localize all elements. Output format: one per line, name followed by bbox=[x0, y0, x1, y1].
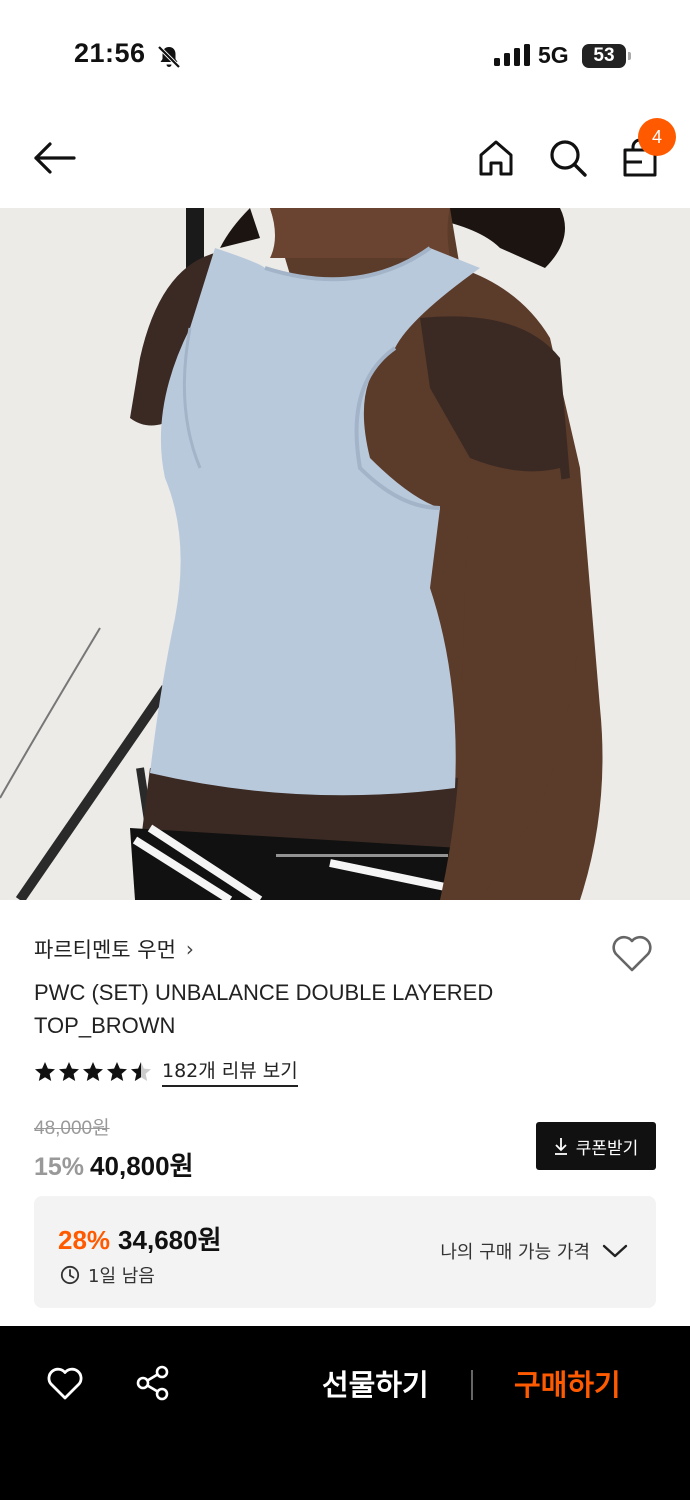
heart-icon[interactable] bbox=[610, 934, 654, 974]
sale-price: 40,800원 bbox=[90, 1151, 194, 1181]
buy-button[interactable]: 구매하기 bbox=[514, 1362, 621, 1404]
arrow-left-icon[interactable] bbox=[32, 138, 78, 178]
time-remaining: 1일 남음 bbox=[60, 1262, 155, 1288]
review-link[interactable]: 182개 리뷰 보기 bbox=[162, 1056, 298, 1087]
divider bbox=[471, 1370, 473, 1400]
search-icon[interactable] bbox=[548, 138, 588, 178]
my-price-amount: 34,680원 bbox=[118, 1225, 222, 1255]
coupon-button[interactable]: 쿠폰받기 bbox=[536, 1122, 656, 1170]
my-price-row: 28% 34,680원 bbox=[58, 1220, 222, 1257]
status-time: 21:56 bbox=[74, 38, 146, 68]
my-price-panel[interactable]: 28% 34,680원 1일 남음 나의 구매 가능 가격 bbox=[34, 1196, 656, 1308]
gift-button[interactable]: 선물하기 bbox=[322, 1362, 429, 1404]
cellular-signal-icon bbox=[494, 44, 530, 66]
chevron-right-icon: › bbox=[185, 937, 194, 961]
star-icon bbox=[59, 1061, 79, 1081]
my-price-toggle[interactable]: 나의 구매 가능 가격 bbox=[440, 1238, 628, 1264]
status-bar: 21:56 5G 53 bbox=[0, 0, 690, 110]
product-title: PWC (SET) UNBALANCE DOUBLE LAYERED TOP_B… bbox=[34, 980, 494, 1038]
brand-name: 파르티멘토 우먼 bbox=[34, 938, 176, 962]
battery-icon: 53 bbox=[582, 44, 631, 68]
download-icon bbox=[554, 1138, 567, 1155]
network-type: 5G bbox=[538, 42, 569, 68]
star-icon bbox=[35, 1061, 55, 1081]
half-star-icon bbox=[131, 1061, 151, 1081]
discount-rate: 15% bbox=[34, 1153, 85, 1181]
home-icon[interactable] bbox=[476, 138, 516, 178]
original-price: 48,000원 bbox=[34, 1118, 110, 1139]
bell-off-icon bbox=[157, 45, 181, 69]
star-icon bbox=[107, 1061, 127, 1081]
my-discount-rate: 28% bbox=[58, 1225, 111, 1255]
price-row: 15% 40,800원 bbox=[34, 1146, 194, 1183]
coupon-label: 쿠폰받기 bbox=[575, 1138, 639, 1159]
star-icon bbox=[83, 1061, 103, 1081]
product-image-carousel[interactable] bbox=[0, 208, 690, 900]
carousel-indicator-fill bbox=[242, 854, 277, 857]
heart-icon[interactable] bbox=[46, 1366, 84, 1402]
clock-icon bbox=[60, 1265, 80, 1285]
bottom-action-bar: 선물하기 구매하기 bbox=[0, 1326, 690, 1500]
my-price-label: 나의 구매 가능 가격 bbox=[440, 1242, 590, 1263]
share-icon[interactable] bbox=[134, 1364, 172, 1402]
top-nav: 4 bbox=[0, 110, 690, 208]
star-rating bbox=[34, 1061, 152, 1083]
rating-row: 182개 리뷰 보기 bbox=[34, 1056, 298, 1087]
product-photo bbox=[0, 208, 690, 900]
brand-link[interactable]: 파르티멘토 우먼 › bbox=[34, 934, 194, 964]
cart-count-badge: 4 bbox=[638, 118, 676, 156]
carousel-indicator bbox=[242, 854, 448, 857]
chevron-down-icon bbox=[602, 1244, 628, 1258]
time-remaining-text: 1일 남음 bbox=[88, 1266, 155, 1287]
